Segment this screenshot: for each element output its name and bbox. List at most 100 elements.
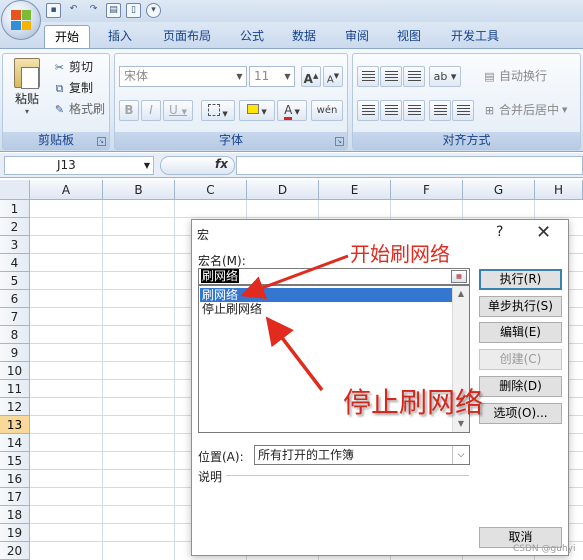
location-select[interactable]: 所有打开的工作簿 ⌵ [254,445,470,465]
delete-button[interactable]: 删除(D) [479,376,562,397]
decrease-indent-icon [433,105,447,116]
ref-edit-icon[interactable]: ▦ [451,270,467,283]
merge-center-button[interactable]: ⊞ 合并后居中 ▼ [483,101,568,120]
copy-label: 复制 [69,81,94,95]
close-icon[interactable]: ✕ [536,222,551,243]
tab-developer[interactable]: 开发工具 [443,25,507,48]
column-header[interactable]: F [391,180,463,200]
row-header[interactable]: 9 [0,344,30,362]
alignment-group: ab ▾ ▤ 自动换行 ⊞ 合并后居中 ▼ 对齐方式 [352,53,581,150]
font-size-value: 11 [254,69,270,83]
row-header[interactable]: 3 [0,236,30,254]
shrink-font-button[interactable]: A▼ [323,66,343,87]
italic-button[interactable]: I [141,100,161,121]
cut-button[interactable]: ✂ 剪切 [53,58,93,77]
row-header[interactable]: 19 [0,524,30,542]
tab-formulas[interactable]: 公式 [232,25,272,48]
font-launcher-icon[interactable]: ↘ [335,137,344,146]
increase-indent-icon [456,105,470,116]
wrap-text-button[interactable]: ▤ 自动换行 [483,67,547,86]
align-left-icon [361,105,375,116]
font-size-select[interactable]: 11 ▼ [249,66,295,87]
copy-button[interactable]: ⧉ 复制 [53,79,93,98]
undo-icon[interactable]: ↶ [66,3,81,18]
list-item[interactable]: 刷网络 [200,288,452,302]
column-header[interactable]: E [319,180,391,200]
options-button[interactable]: 选项(O)... [479,403,562,424]
scissors-icon: ✂ [54,61,65,74]
row-header[interactable]: 18 [0,506,30,524]
cut-label: 剪切 [69,60,94,74]
edit-button[interactable]: 编辑(E) [479,322,562,343]
row-header[interactable]: 5 [0,272,30,290]
align-left-button[interactable] [357,100,379,121]
column-header[interactable]: B [103,180,175,200]
row-header[interactable]: 17 [0,488,30,506]
formula-input[interactable] [236,156,583,175]
grow-font-button[interactable]: A▲ [301,66,321,87]
align-top-button[interactable] [357,66,379,87]
phonetic-button[interactable]: wén [311,100,343,121]
underline-button[interactable]: U ▼ [163,100,193,121]
tab-insert[interactable]: 插入 [100,25,140,48]
annotation-start: 开始刷网络 [350,242,450,266]
print-preview-icon[interactable]: ▤ [106,3,121,18]
run-button[interactable]: 执行(R) [479,269,562,290]
list-item[interactable]: 停止刷网络 [200,302,452,316]
redo-icon[interactable]: ↷ [86,3,101,18]
column-header[interactable]: H [535,180,583,200]
borders-button[interactable]: ▼ [201,100,235,121]
tab-data[interactable]: 数据 [284,25,324,48]
fill-bucket-icon [247,104,260,114]
row-header-active[interactable]: 13 [0,416,30,434]
row-header[interactable]: 8 [0,326,30,344]
tab-view[interactable]: 视图 [389,25,429,48]
office-button[interactable] [1,0,41,40]
row-header[interactable]: 12 [0,398,30,416]
decrease-indent-button[interactable] [429,100,451,121]
paste-button[interactable]: 粘贴 ▾ [9,58,45,116]
column-header[interactable]: A [30,180,103,200]
name-box[interactable]: J13 ▼ [4,156,154,175]
bold-button[interactable]: B [119,100,139,121]
clipboard-launcher-icon[interactable]: ↘ [97,137,106,146]
font-color-button[interactable]: A ▼ [277,100,307,121]
insert-function-icon[interactable]: fx [215,157,228,171]
fill-color-button[interactable]: ▼ [239,100,275,121]
row-header[interactable]: 20 [0,542,30,560]
align-center-button[interactable] [380,100,402,121]
align-bottom-button[interactable] [403,66,425,87]
tab-review[interactable]: 审阅 [337,25,377,48]
row-header[interactable]: 6 [0,290,30,308]
align-middle-button[interactable] [380,66,402,87]
row-header[interactable]: 7 [0,308,30,326]
column-header[interactable]: G [463,180,535,200]
row-header[interactable]: 15 [0,452,30,470]
tab-page-layout[interactable]: 页面布局 [155,25,219,48]
row-header[interactable]: 2 [0,218,30,236]
help-icon[interactable]: ? [496,224,503,240]
row-header[interactable]: 14 [0,434,30,452]
select-all-corner[interactable] [0,180,30,200]
increase-indent-button[interactable] [452,100,474,121]
scroll-up-icon[interactable]: ▲ [453,286,469,302]
macro-name-input[interactable]: 刷网络 ▦ [198,268,470,285]
step-into-button[interactable]: 单步执行(S) [479,296,562,317]
row-header[interactable]: 11 [0,380,30,398]
format-painter-button[interactable]: ✎ 格式刷 [53,100,105,119]
save-icon[interactable]: ▪ [46,3,61,18]
row-header[interactable]: 16 [0,470,30,488]
paste-label: 粘贴 [14,92,39,106]
column-header[interactable]: D [247,180,319,200]
row-header[interactable]: 1 [0,200,30,218]
orientation-button[interactable]: ab ▾ [429,66,461,87]
row-header[interactable]: 10 [0,362,30,380]
tab-home[interactable]: 开始 [44,25,90,48]
column-header[interactable]: C [175,180,247,200]
customize-icon[interactable]: ▾ [146,3,161,18]
create-button[interactable]: 创建(C) [479,349,562,370]
font-name-select[interactable]: 宋体 ▼ [119,66,247,87]
row-header[interactable]: 4 [0,254,30,272]
align-right-button[interactable] [403,100,425,121]
new-icon[interactable]: ▯ [126,3,141,18]
